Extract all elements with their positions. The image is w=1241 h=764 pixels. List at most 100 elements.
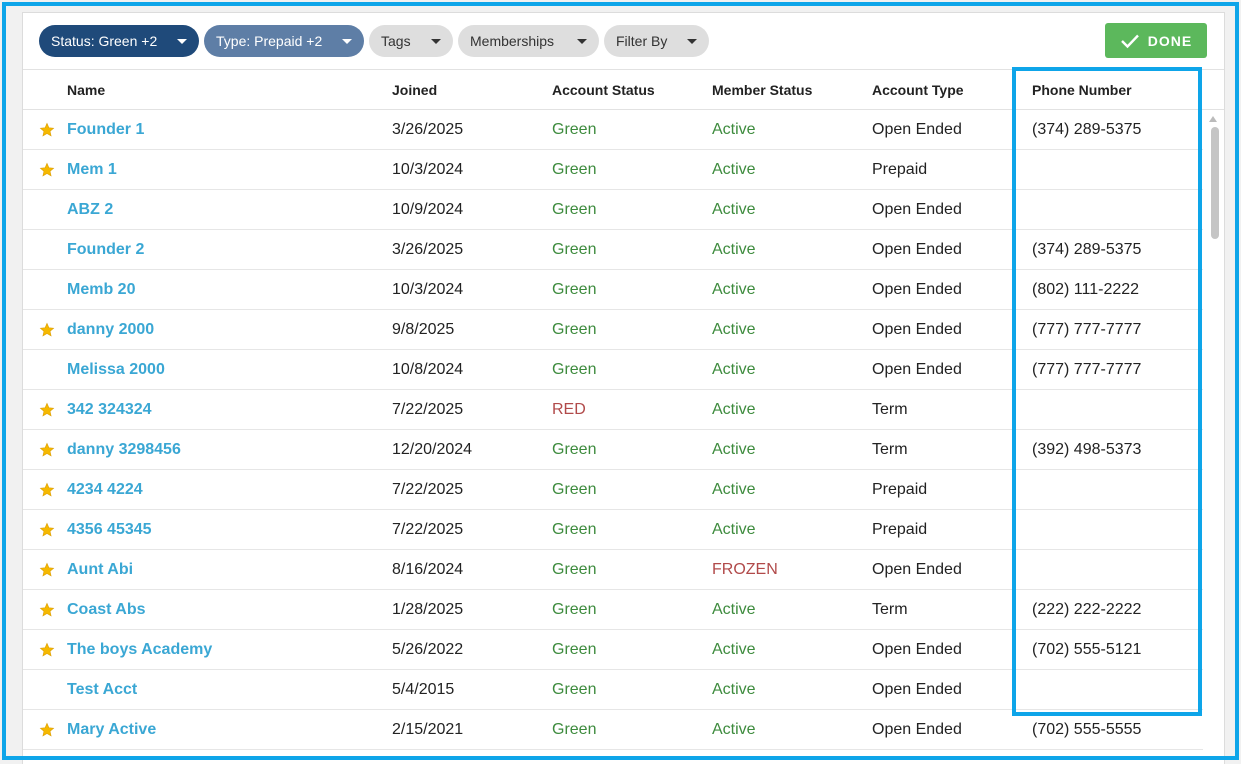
scroll-up-icon[interactable] [1209, 116, 1217, 122]
table-row[interactable]: 4356 45345 7/22/2025 Green Active Prepai… [23, 510, 1203, 550]
table-row[interactable]: Aunt Abi 8/16/2024 Green FROZEN Open End… [23, 550, 1203, 590]
member-name-link[interactable]: danny 2000 [67, 310, 154, 350]
account-type: Open Ended [872, 281, 962, 298]
member-status: Active [712, 281, 756, 298]
table-row[interactable]: danny 3298456 12/20/2024 Green Active Te… [23, 430, 1203, 470]
member-name-link[interactable]: 4234 4224 [67, 470, 143, 510]
account-type: Term [872, 601, 908, 618]
table-row[interactable]: Mem 1 10/3/2024 Green Active Prepaid [23, 150, 1203, 190]
table-row[interactable]: Test Acct 5/4/2015 Green Active Open End… [23, 670, 1203, 710]
member-name-link[interactable]: 342 324324 [67, 390, 152, 430]
status-filter-chip[interactable]: Status: Green +2 [39, 25, 199, 57]
members-panel: Status: Green +2 Type: Prepaid +2 Tags M… [22, 12, 1225, 764]
account-status: Green [552, 641, 597, 658]
member-name-link[interactable]: Mary Active [67, 710, 156, 750]
member-name-link[interactable]: danny 3298456 [67, 430, 181, 470]
phone-number: (374) 289-5375 [1032, 121, 1142, 138]
member-status: Active [712, 201, 756, 218]
scrollbar-thumb[interactable] [1211, 127, 1219, 239]
account-type: Open Ended [872, 721, 962, 738]
account-status: Green [552, 321, 597, 338]
joined-date: 7/22/2025 [392, 481, 464, 498]
table-row[interactable]: ABZ 2 10/9/2024 Green Active Open Ended [23, 190, 1203, 230]
joined-date: 3/26/2025 [392, 241, 464, 258]
account-type: Open Ended [872, 121, 962, 138]
account-status: Green [552, 201, 597, 218]
star-icon[interactable] [39, 322, 55, 338]
member-name-link[interactable]: Mem 1 [67, 150, 117, 190]
star-icon[interactable] [39, 402, 55, 418]
joined-date: 5/4/2015 [392, 681, 455, 698]
type-filter-label: Type: Prepaid +2 [216, 33, 323, 49]
column-header-phone-number[interactable]: Phone Number [1032, 70, 1132, 110]
member-status: Active [712, 721, 756, 738]
joined-date: 10/9/2024 [392, 201, 464, 218]
star-icon[interactable] [39, 722, 55, 738]
vertical-scrollbar[interactable] [1206, 111, 1220, 721]
type-filter-chip[interactable]: Type: Prepaid +2 [204, 25, 364, 57]
account-status: Green [552, 241, 597, 258]
account-status: Green [552, 121, 597, 138]
joined-date: 7/22/2025 [392, 521, 464, 538]
joined-date: 3/26/2025 [392, 121, 464, 138]
memberships-filter-chip[interactable]: Memberships [458, 25, 599, 57]
joined-date: 8/16/2024 [392, 561, 464, 578]
table-row[interactable]: Founder 2 3/26/2025 Green Active Open En… [23, 230, 1203, 270]
account-type: Open Ended [872, 641, 962, 658]
done-button-label: DONE [1147, 32, 1193, 49]
tags-filter-chip[interactable]: Tags [369, 25, 453, 57]
column-header-name[interactable]: Name [67, 70, 105, 110]
account-status: RED [552, 401, 586, 418]
column-header-joined[interactable]: Joined [392, 70, 437, 110]
account-type: Open Ended [872, 681, 962, 698]
table-row[interactable]: Founder 1 3/26/2025 Green Active Open En… [23, 110, 1203, 150]
joined-date: 10/8/2024 [392, 361, 464, 378]
member-name-link[interactable]: Founder 2 [67, 230, 144, 270]
memberships-filter-label: Memberships [470, 33, 555, 49]
account-status: Green [552, 161, 597, 178]
column-header-account-status[interactable]: Account Status [552, 70, 655, 110]
chevron-down-icon [431, 38, 441, 44]
done-button[interactable]: DONE [1105, 23, 1207, 58]
joined-date: 10/3/2024 [392, 281, 464, 298]
member-name-link[interactable]: Melissa 2000 [67, 350, 165, 390]
table-row[interactable]: Mary Active 2/15/2021 Green Active Open … [23, 710, 1203, 750]
star-icon[interactable] [39, 122, 55, 138]
member-name-link[interactable]: Aunt Abi [67, 550, 133, 590]
phone-number: (222) 222-2222 [1032, 601, 1142, 618]
table-row[interactable]: The boys Academy 5/26/2022 Green Active … [23, 630, 1203, 670]
member-name-link[interactable]: The boys Academy [67, 630, 212, 670]
chevron-down-icon [577, 38, 587, 44]
column-header-member-status[interactable]: Member Status [712, 70, 812, 110]
column-header-account-type[interactable]: Account Type [872, 70, 964, 110]
table-row[interactable]: 4234 4224 7/22/2025 Green Active Prepaid [23, 470, 1203, 510]
joined-date: 5/26/2022 [392, 641, 464, 658]
filter-by-chip[interactable]: Filter By [604, 25, 709, 57]
account-type: Prepaid [872, 521, 928, 538]
table-row[interactable]: Memb 20 10/3/2024 Green Active Open Ende… [23, 270, 1203, 310]
star-icon[interactable] [39, 562, 55, 578]
member-status: Active [712, 441, 756, 458]
account-type: Open Ended [872, 241, 962, 258]
table-row[interactable]: Melissa 2000 10/8/2024 Green Active Open… [23, 350, 1203, 390]
table-row[interactable]: danny 2000 9/8/2025 Green Active Open En… [23, 310, 1203, 350]
member-name-link[interactable]: Founder 1 [67, 110, 144, 150]
star-icon[interactable] [39, 482, 55, 498]
account-status: Green [552, 681, 597, 698]
joined-date: 7/22/2025 [392, 401, 464, 418]
account-status: Green [552, 481, 597, 498]
member-name-link[interactable]: Coast Abs [67, 590, 146, 630]
account-type: Term [872, 401, 908, 418]
star-icon[interactable] [39, 522, 55, 538]
account-status: Green [552, 281, 597, 298]
star-icon[interactable] [39, 602, 55, 618]
member-name-link[interactable]: ABZ 2 [67, 190, 113, 230]
table-row[interactable]: 342 324324 7/22/2025 RED Active Term [23, 390, 1203, 430]
star-icon[interactable] [39, 162, 55, 178]
star-icon[interactable] [39, 642, 55, 658]
member-name-link[interactable]: Test Acct [67, 670, 137, 710]
member-name-link[interactable]: Memb 20 [67, 270, 135, 310]
table-row[interactable]: Coast Abs 1/28/2025 Green Active Term (2… [23, 590, 1203, 630]
star-icon[interactable] [39, 442, 55, 458]
member-name-link[interactable]: 4356 45345 [67, 510, 152, 550]
